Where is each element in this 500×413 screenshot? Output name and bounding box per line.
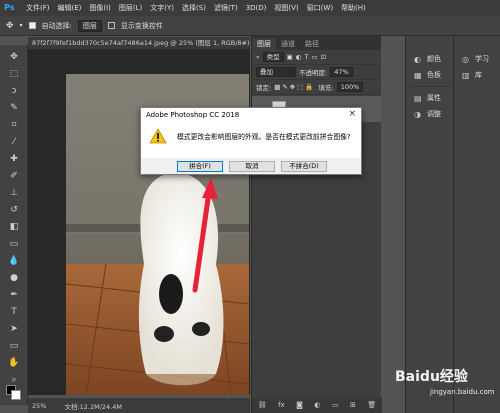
group-icon[interactable]: ▭ <box>332 401 339 409</box>
warning-icon <box>149 128 167 144</box>
panel-properties[interactable]: ▤ 属性 <box>414 93 441 103</box>
layer-filter-row: ⌕ 类型 ▣◐T▭⊡ <box>252 50 381 65</box>
fill-label: 填充: <box>318 84 334 92</box>
tab-paths[interactable]: 路径 <box>300 38 324 50</box>
right-panel-dock: ◐ 颜色 ▦ 色板 ▤ 属性 ◑ 调整 <box>405 36 453 413</box>
lock-label: 锁定: <box>256 84 272 92</box>
color-icon: ◐ <box>414 54 421 64</box>
doc-size-info: 文档:12.2M/24.4M <box>64 402 122 411</box>
divider <box>410 86 450 87</box>
layers-panel-tabs: 图层 通道 路径 <box>252 36 381 50</box>
layers-panel-footer: ⛓ fx ◙ ◐ ▭ ⊞ 🗑 <box>252 397 382 413</box>
search-icon: ⌕ <box>256 52 260 61</box>
new-layer-icon[interactable]: ⊞ <box>350 401 356 409</box>
panel-swatches[interactable]: ▦ 色板 <box>414 70 441 80</box>
flatten-button[interactable]: 拼合(F) <box>177 161 223 172</box>
lock-icons[interactable]: ▩✎✥⬚🔒 <box>274 83 315 91</box>
panel-color-label: 颜色 <box>427 55 441 63</box>
baidu-watermark: Baidu经验 <box>395 369 468 385</box>
panel-libraries-label: 库 <box>475 71 482 79</box>
layers-panel: 图层 通道 路径 ⌕ 类型 ▣◐T▭⊡ 叠加 不透明度: 47% 锁定: ▩✎✥… <box>251 36 382 413</box>
blend-mode-dropdown[interactable]: 叠加 <box>256 67 296 77</box>
zoom-level[interactable]: 25% <box>32 402 46 410</box>
kind-filter-dropdown[interactable]: 类型 <box>262 52 284 62</box>
panel-learn[interactable]: ◎ 学习 <box>462 54 489 64</box>
cancel-button[interactable]: 取消 <box>229 161 275 172</box>
adjustments-icon: ◑ <box>414 109 421 119</box>
lock-row: 锁定: ▩✎✥⬚🔒 填充: 100% <box>252 80 381 95</box>
dialog-body: 模式更改会影响图层的外观。是否在模式更改前拼合图像? <box>141 122 361 158</box>
blend-row: 叠加 不透明度: 47% <box>252 65 381 80</box>
panel-adjustments[interactable]: ◑ 调整 <box>414 109 441 119</box>
close-icon[interactable]: × <box>348 109 356 119</box>
panel-swatches-label: 色板 <box>427 71 441 79</box>
fx-icon[interactable]: fx <box>278 401 285 409</box>
fill-input[interactable]: 100% <box>336 82 364 92</box>
opacity-input[interactable]: 47% <box>330 67 353 77</box>
dialog-message: 模式更改会影响图层的外观。是否在模式更改前拼合图像? <box>177 133 351 141</box>
adjustment-icon[interactable]: ◐ <box>314 401 320 409</box>
swatches-icon: ▦ <box>414 70 422 80</box>
panel-color[interactable]: ◐ 颜色 <box>414 54 441 64</box>
dialog-footer: 拼合(F) 取消 不拼合(D) <box>141 158 361 174</box>
tab-channels[interactable]: 通道 <box>276 38 300 50</box>
libraries-icon: ▥ <box>462 70 470 80</box>
filter-icons[interactable]: ▣◐T▭⊡ <box>287 53 329 61</box>
learn-icon: ◎ <box>462 54 469 64</box>
dont-flatten-button[interactable]: 不拼合(D) <box>281 161 327 172</box>
convert-mode-dialog: Adobe Photoshop CC 2018 × 模式更改会影响图层的外观。是… <box>140 107 362 175</box>
dialog-title: Adobe Photoshop CC 2018 <box>141 108 361 122</box>
status-bar: 25% 文档:12.2M/24.4M <box>28 398 250 413</box>
link-layers-icon[interactable]: ⛓ <box>258 401 267 409</box>
panel-learn-label: 学习 <box>475 55 489 63</box>
panel-properties-label: 属性 <box>427 94 441 102</box>
trash-icon[interactable]: 🗑 <box>367 401 376 409</box>
baidu-watermark-url: jingyan.baidu.com <box>430 388 495 396</box>
tab-layers[interactable]: 图层 <box>252 38 276 50</box>
mask-icon[interactable]: ◙ <box>296 401 303 409</box>
properties-icon: ▤ <box>414 93 422 103</box>
photoshop-window: Ps 文件(F) 编辑(E) 图像(I) 图层(L) 文字(Y) 选择(S) 滤… <box>0 0 500 413</box>
panel-adjustments-label: 调整 <box>427 110 441 118</box>
panel-libraries[interactable]: ▥ 库 <box>462 70 482 80</box>
opacity-label: 不透明度: <box>299 69 328 77</box>
right-panel-dock-2: ◎ 学习 ▥ 库 <box>453 36 500 413</box>
